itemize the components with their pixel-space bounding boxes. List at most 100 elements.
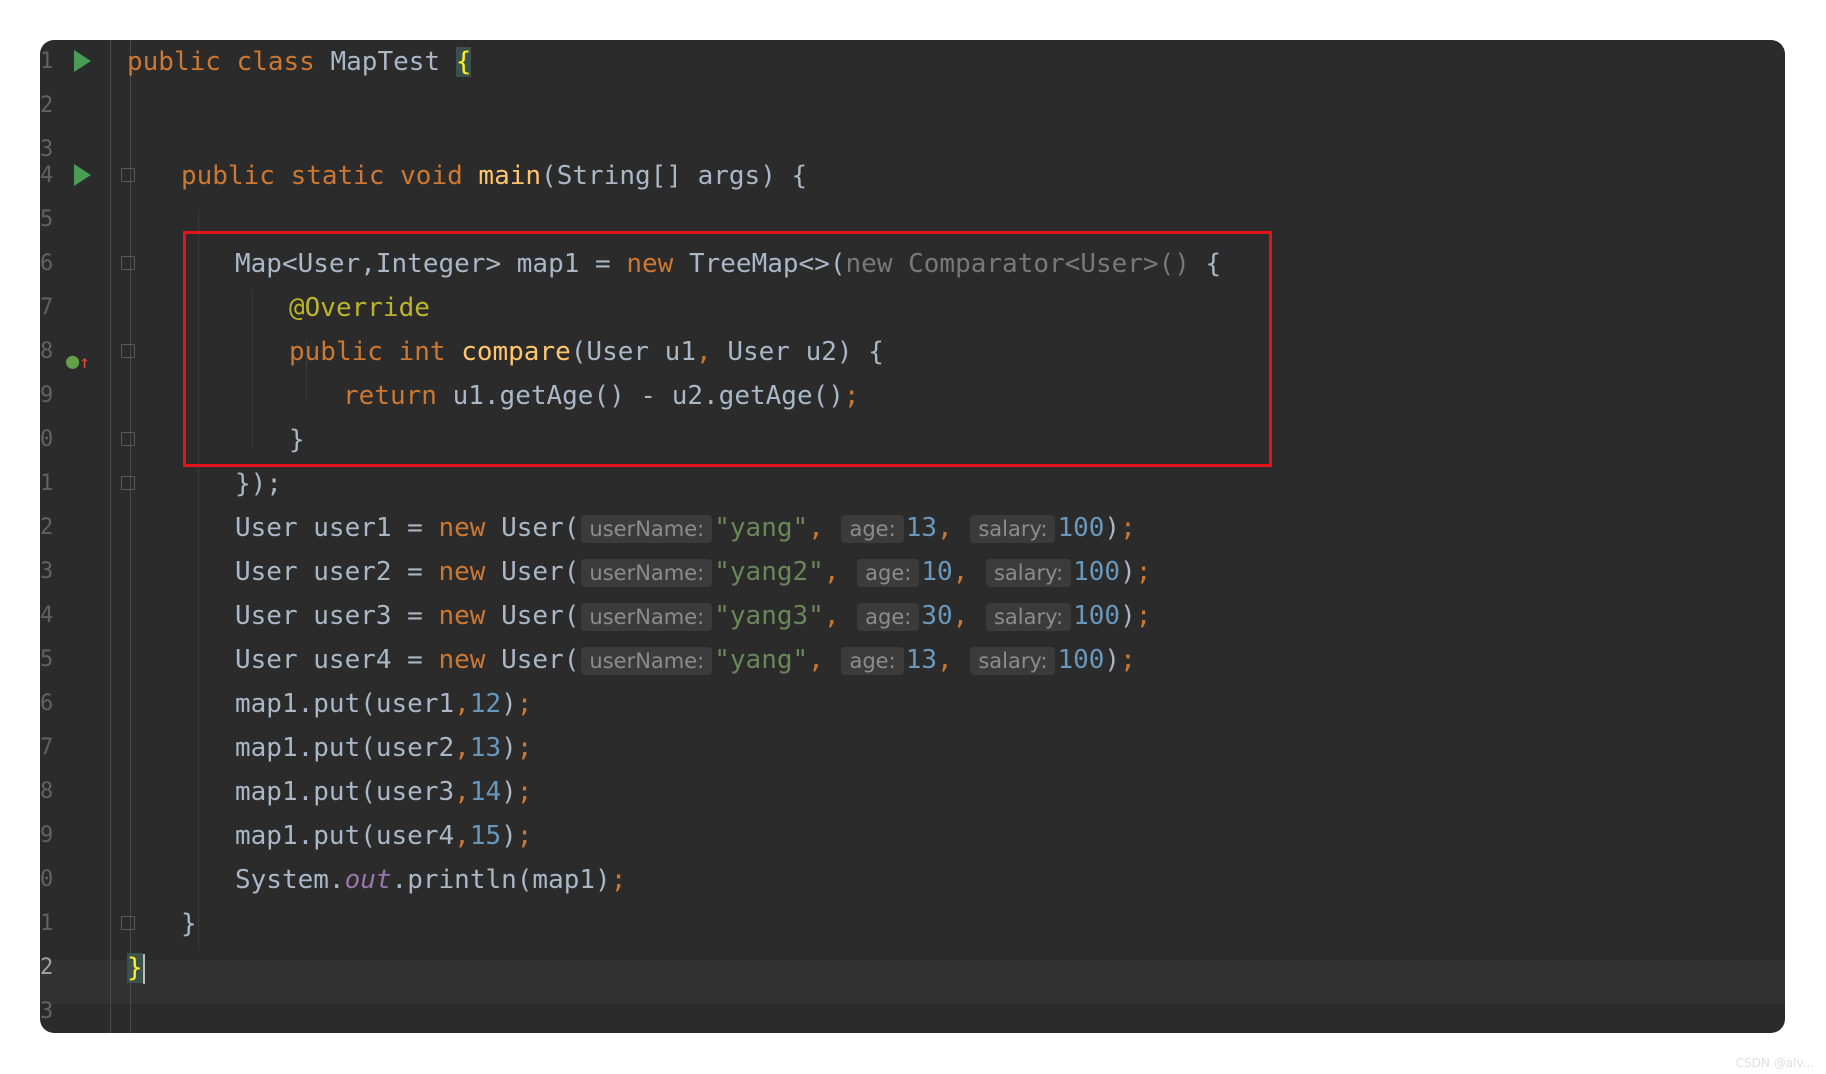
string-literal: "yang2" [714,557,824,587]
keyword: new [438,601,502,631]
code-text: ) [1104,513,1121,543]
param-hint: salary: [985,559,1072,587]
string-literal: "yang3" [714,601,824,631]
code-line-user-1[interactable]: User user1 = new User(userName: "yang", a… [40,506,1785,550]
static-field: out [344,865,392,895]
param-hint: salary: [970,515,1056,543]
code-text: }); [235,469,282,499]
code-text: .println(map1) [391,865,611,895]
code-text: map1.put(user4 [235,821,455,851]
code-text: User user4 = [235,645,439,675]
code-line-put-4[interactable]: map1.put(user4,15); [40,814,1785,858]
code-line-user-4[interactable]: User user4 = new User(userName: "yang", a… [40,638,1785,682]
punctuation: ; [1120,513,1136,543]
punctuation: , [937,645,969,675]
code-text: User user2 = [235,557,439,587]
code-text: ) [1104,645,1121,675]
punctuation: ; [1135,557,1152,587]
param-hint: age: [857,603,920,631]
number-literal: 15 [469,821,502,851]
code-editor-window: 1 2 3 4 5 6 7 8 ●↑ 9 0 1 2 3 4 5 6 7 8 9 0 1 2 3 public class M… [40,40,1785,1033]
punctuation: ; [1135,601,1152,631]
punctuation: ; [1120,645,1136,675]
code-line-1[interactable]: public class MapTest { [40,40,1785,84]
code-line-21[interactable]: } [40,902,1785,946]
punctuation: , [823,557,856,587]
number-literal: 10 [921,557,953,587]
number-literal: 13 [905,645,937,675]
string-literal: "yang" [714,645,809,675]
punctuation: ; [516,821,533,851]
punctuation: , [454,821,470,851]
punctuation: , [454,689,470,719]
keyword: new [438,645,502,675]
code-text: ) [501,689,517,719]
code-text: ) [501,821,517,851]
string-literal: "yang" [714,513,809,543]
gutter-row: 2 [40,84,1785,128]
number-literal: 100 [1057,645,1105,675]
code-text: ) [501,777,517,807]
param-hint: salary: [985,603,1072,631]
param-hint: salary: [970,647,1056,675]
punctuation: ; [516,733,533,763]
gutter-row: 3 [40,990,1785,1033]
param-hint: userName: [581,647,713,675]
code-text: ) [1120,601,1136,631]
matched-brace: { [455,47,472,77]
code-line-put-2[interactable]: map1.put(user2,13); [40,726,1785,770]
code-line-put-1[interactable]: map1.put(user1,12); [40,682,1785,726]
code-text: map1.put(user1 [235,689,455,719]
code-text: ) [501,733,517,763]
code-text: User( [501,645,580,675]
punctuation: , [952,601,984,631]
param-hint: userName: [581,559,713,587]
punctuation: , [952,557,984,587]
param-hint: userName: [581,603,713,631]
code-line-20[interactable]: System.out.println(map1); [40,858,1785,902]
punctuation: , [823,601,856,631]
param-hint: age: [841,515,904,543]
punctuation: ; [516,689,533,719]
watermark: CSDN @alv... [1735,1056,1814,1070]
number-literal: 14 [469,777,502,807]
code-line-4[interactable]: public static void main(String[] args) { [40,154,1785,198]
number-literal: 13 [905,513,937,543]
keyword: new [438,513,502,543]
code-text: User user1 = [235,513,439,543]
code-text: System. [235,865,345,895]
punctuation: , [808,645,840,675]
code-text: User( [501,557,580,587]
keyword: public class [127,47,331,77]
code-text: map1.put(user3 [235,777,455,807]
code-text: User( [501,601,580,631]
punctuation: ; [610,865,627,895]
class-name: MapTest [330,47,456,77]
number-literal: 100 [1057,513,1105,543]
code-line-user-3[interactable]: User user3 = new User(userName: "yang3", … [40,594,1785,638]
text-caret [142,953,145,984]
keyword: public static void [181,161,479,191]
code-line-user-2[interactable]: User user2 = new User(userName: "yang2", … [40,550,1785,594]
code-text: User user3 = [235,601,439,631]
code-text: map1.put(user2 [235,733,455,763]
punctuation: ; [516,777,533,807]
param-hint: age: [857,559,920,587]
number-literal: 13 [469,733,502,763]
code-line-11[interactable]: }); [40,462,1785,506]
code-line-put-3[interactable]: map1.put(user3,14); [40,770,1785,814]
code-text: (String[] args) { [541,161,808,191]
code-text: } [181,909,197,939]
matched-brace: } [127,953,143,983]
keyword: new [438,557,502,587]
method-name: main [478,161,542,191]
punctuation: , [454,777,470,807]
param-hint: userName: [581,515,713,543]
number-literal: 100 [1073,557,1121,587]
number-literal: 12 [469,689,502,719]
code-line-22[interactable]: } [40,946,1785,990]
punctuation: , [937,513,969,543]
red-highlight-box [183,231,1272,467]
punctuation: , [808,513,840,543]
code-text: ) [1120,557,1136,587]
